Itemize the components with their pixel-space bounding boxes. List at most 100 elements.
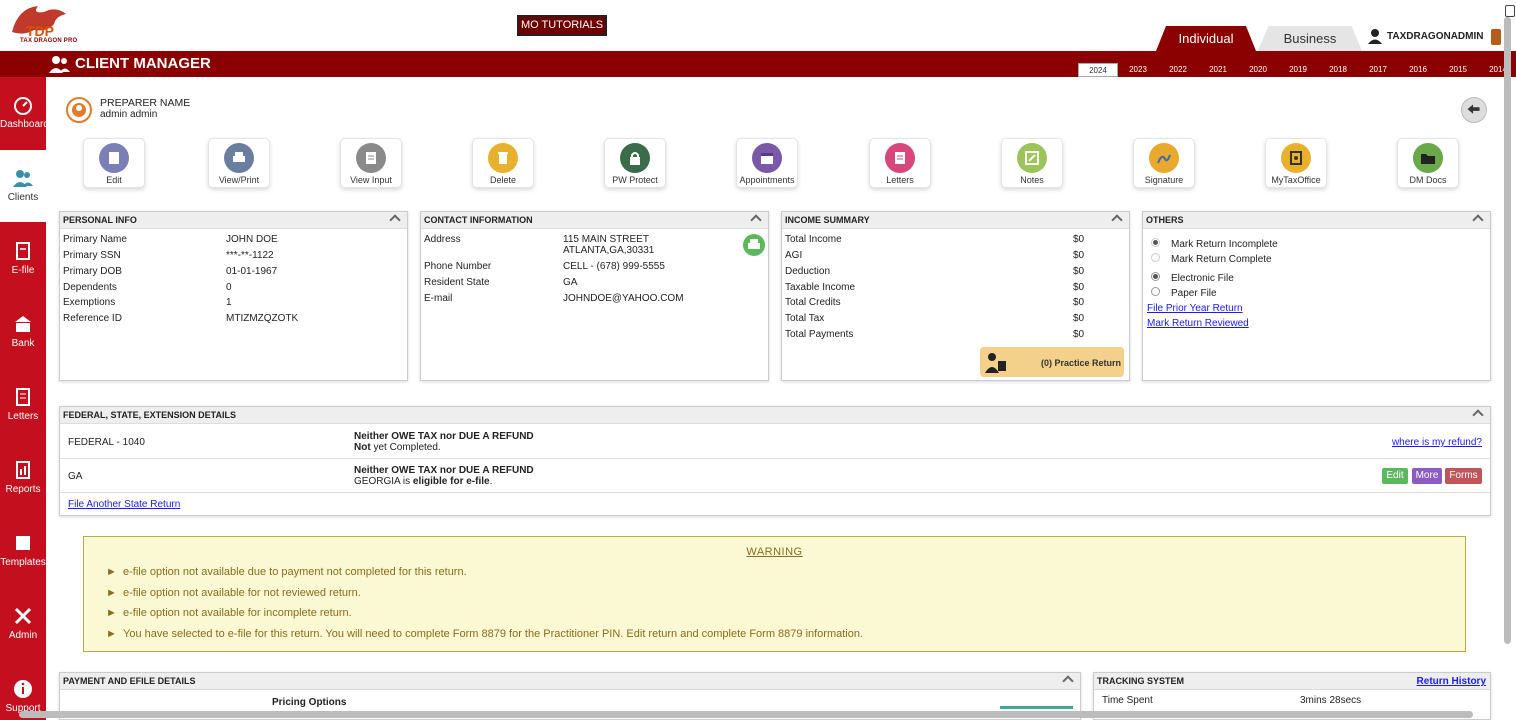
- view-input-icon: [356, 143, 386, 173]
- field-label: Exemptions: [63, 297, 116, 308]
- delete-button[interactable]: Delete: [472, 138, 534, 188]
- federal-status: Neither OWE TAX nor DUE A REFUND: [354, 431, 534, 442]
- info-icon: [14, 680, 32, 698]
- print-address-icon[interactable]: [743, 234, 765, 256]
- field-label: Total Income: [785, 234, 842, 245]
- year-tab[interactable]: 2023: [1118, 63, 1158, 77]
- field-label: E-mail: [424, 293, 453, 304]
- user-menu[interactable]: TAXDRAGONADMIN: [1367, 28, 1483, 44]
- field-value: JOHNDOE@YAHOO.COM: [563, 293, 684, 304]
- mark-complete-label: Mark Return Complete: [1171, 254, 1272, 265]
- contact-info-panel: CONTACT INFORMATION Address 115 MAIN STR…: [420, 211, 769, 381]
- sidebar-item-label: Reports: [5, 484, 41, 495]
- field-value: $0: [1073, 313, 1085, 324]
- state-edit-button[interactable]: Edit: [1382, 468, 1408, 484]
- tab-business[interactable]: Business: [1258, 26, 1362, 51]
- where-is-my-refund-link[interactable]: where is my refund?: [1392, 437, 1482, 448]
- sidebar-item-admin[interactable]: Admin: [0, 588, 46, 660]
- tab-individual[interactable]: Individual: [1156, 26, 1256, 51]
- sidebar-item-letters[interactable]: Letters: [0, 369, 46, 441]
- appointments-label: Appointments: [739, 175, 795, 185]
- collapse-icon[interactable]: [389, 214, 401, 226]
- sidebar-item-templates[interactable]: Templates: [0, 515, 46, 587]
- notes-button[interactable]: Notes: [1001, 138, 1063, 188]
- year-tab[interactable]: 2015: [1438, 63, 1478, 77]
- warning-box: WARNING ► e-file option not available du…: [83, 536, 1466, 652]
- dashboard-icon: [14, 97, 32, 115]
- state-forms-button[interactable]: Forms: [1445, 468, 1482, 484]
- sidebar-item-reports[interactable]: Reports: [0, 442, 46, 514]
- edit-button[interactable]: Edit: [83, 138, 145, 188]
- state-status: Neither OWE TAX nor DUE A REFUND: [354, 465, 534, 476]
- mark-incomplete-radio[interactable]: [1151, 238, 1160, 247]
- pw-protect-button[interactable]: PW Protect: [604, 138, 666, 188]
- field-value: MTIZMZQZOTK: [226, 313, 299, 324]
- state-more-button[interactable]: More: [1412, 468, 1442, 484]
- field-value: JOHN DOE: [226, 234, 278, 245]
- preparer-icon: [66, 97, 92, 123]
- panel-header: CONTACT INFORMATION: [421, 212, 768, 229]
- field-label: Reference ID: [63, 313, 122, 324]
- electronic-file-radio[interactable]: [1151, 272, 1160, 281]
- pw-protect-label: PW Protect: [612, 175, 658, 185]
- signature-button[interactable]: Signature: [1133, 138, 1195, 188]
- collapse-icon[interactable]: [1472, 214, 1484, 226]
- dm-docs-button[interactable]: DM Docs: [1397, 138, 1459, 188]
- year-tab[interactable]: 2018: [1318, 63, 1358, 77]
- field-label: Primary Name: [63, 234, 127, 245]
- collapse-icon[interactable]: [1062, 675, 1074, 687]
- return-history-link[interactable]: Return History: [1417, 673, 1486, 690]
- view-print-button[interactable]: View/Print: [208, 138, 270, 188]
- file-another-state-link[interactable]: File Another State Return: [68, 499, 180, 510]
- view-print-label: View/Print: [218, 175, 260, 185]
- year-tab[interactable]: 2016: [1398, 63, 1438, 77]
- year-selector: 2024 2023 2022 2021 2020 2019 2018 2017 …: [1078, 63, 1516, 77]
- practice-return-button[interactable]: (0) Practice Return: [980, 347, 1124, 377]
- field-value: $0: [1073, 266, 1085, 277]
- collapse-icon[interactable]: [750, 214, 762, 226]
- year-tab[interactable]: 2024: [1078, 63, 1118, 77]
- year-tab[interactable]: 2020: [1238, 63, 1278, 77]
- sidebar-item-clients[interactable]: Clients: [0, 150, 46, 222]
- collapse-icon[interactable]: [1472, 409, 1484, 421]
- window-control-icon[interactable]: [1505, 5, 1515, 17]
- year-tab[interactable]: 2017: [1358, 63, 1398, 77]
- vertical-scrollbar[interactable]: [1504, 17, 1511, 644]
- year-tab[interactable]: 2022: [1158, 63, 1198, 77]
- preparer-name: admin admin: [100, 109, 158, 120]
- mark-reviewed-link[interactable]: Mark Return Reviewed: [1147, 318, 1249, 329]
- svg-text:TDP: TDP: [26, 23, 54, 39]
- page-title: CLIENT MANAGER: [75, 55, 211, 72]
- warning-item-text: e-file option not available for not revi…: [123, 587, 361, 599]
- field-value: 0: [226, 282, 232, 293]
- appointments-button[interactable]: Appointments: [736, 138, 798, 188]
- collapse-icon[interactable]: [1111, 214, 1123, 226]
- panel-header: PAYMENT AND EFILE DETAILS: [60, 673, 1080, 690]
- mark-complete-radio[interactable]: [1151, 253, 1160, 262]
- back-button[interactable]: [1461, 97, 1487, 123]
- mo-tutorials-button[interactable]: MO TUTORIALS: [517, 15, 607, 36]
- horizontal-scrollbar[interactable]: [19, 711, 1473, 718]
- pricing-indicator: [1000, 706, 1073, 709]
- warning-item: ► e-file option not available for not re…: [106, 587, 361, 599]
- mytaxoffice-button[interactable]: MyTaxOffice: [1265, 138, 1327, 188]
- page-header: CLIENT MANAGER 2024 2023 2022 2021 2020 …: [0, 51, 1516, 77]
- letters-button[interactable]: Letters: [869, 138, 931, 188]
- sidebar-item-bank[interactable]: Bank: [0, 296, 46, 368]
- year-tab[interactable]: 2021: [1198, 63, 1238, 77]
- panel-header: PERSONAL INFO: [60, 212, 407, 229]
- signature-icon: [1149, 143, 1179, 173]
- sidebar-item-dashboard[interactable]: Dashboard: [0, 77, 49, 149]
- state-substatus-bold: eligible for e-file: [412, 476, 490, 487]
- paper-file-radio[interactable]: [1151, 287, 1160, 296]
- field-label: Primary DOB: [63, 266, 122, 277]
- sidebar-item-efile[interactable]: E-file: [0, 223, 46, 295]
- field-label: Total Tax: [785, 313, 825, 324]
- notification-icon[interactable]: [1491, 29, 1501, 45]
- panel-title: PERSONAL INFO: [63, 215, 137, 225]
- file-prior-year-link[interactable]: File Prior Year Return: [1147, 303, 1243, 314]
- view-input-button[interactable]: View Input: [340, 138, 402, 188]
- field-label: AGI: [785, 250, 803, 261]
- year-tab[interactable]: 2019: [1278, 63, 1318, 77]
- arrow-left-icon: [1467, 104, 1480, 114]
